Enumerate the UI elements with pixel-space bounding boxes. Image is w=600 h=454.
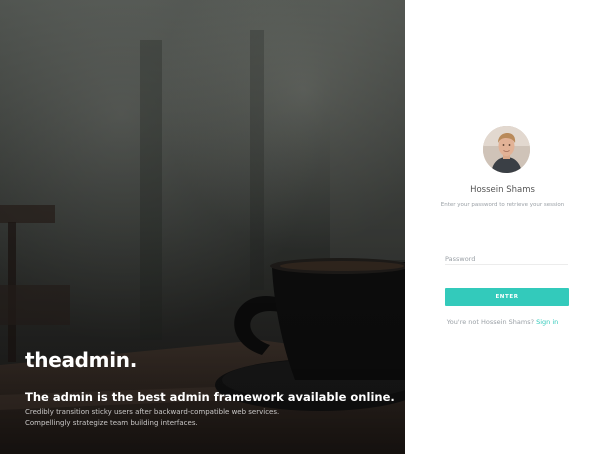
hero-description: Credibly transition sticky users after b… — [25, 408, 280, 427]
user-name: Hossein Shams — [470, 185, 535, 195]
session-hint: Enter your password to retrieve your ses… — [440, 202, 565, 208]
sign-in-link[interactable]: Sign in — [536, 318, 558, 326]
password-input[interactable] — [445, 251, 568, 267]
lock-screen-page: theadmin. The admin is the best admin fr… — [0, 0, 600, 454]
login-panel: Hossein Shams Enter your password to ret… — [405, 0, 600, 454]
hero-background: theadmin. The admin is the best admin fr… — [0, 0, 405, 454]
avatar — [483, 126, 530, 173]
brand-logo: theadmin. — [25, 348, 138, 372]
coffee-cup-photo — [0, 0, 405, 454]
switch-account-line: You're not Hossein Shams? Sign in — [405, 318, 600, 326]
hero-tagline: The admin is the best admin framework av… — [25, 390, 395, 404]
switch-account-text: You're not Hossein Shams? — [446, 318, 535, 326]
enter-button[interactable]: ENTER — [445, 288, 569, 306]
password-field-wrapper — [445, 248, 568, 267]
user-avatar-icon — [483, 126, 530, 173]
